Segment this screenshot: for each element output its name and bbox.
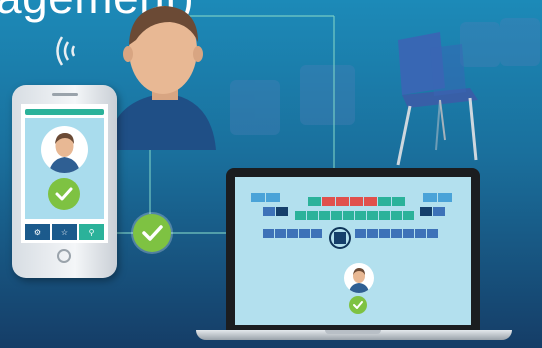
phone-home-button[interactable] bbox=[57, 249, 71, 263]
phone-avatar-icon bbox=[41, 126, 88, 173]
phone-app-header bbox=[25, 109, 104, 115]
phone-speaker bbox=[52, 93, 78, 96]
seat-row-red bbox=[308, 197, 405, 206]
smartphone: ⚙ ☆ ⚲ bbox=[12, 85, 117, 278]
seat-wing-left bbox=[251, 193, 288, 216]
phone-screen: ⚙ ☆ ⚲ bbox=[21, 104, 108, 243]
seat-wing-right bbox=[420, 193, 452, 216]
laptop-checkmark-icon bbox=[349, 296, 367, 314]
phone-checkmark-icon bbox=[48, 178, 80, 210]
laptop-screen bbox=[235, 177, 471, 325]
phone-nav-bar: ⚙ ☆ ⚲ bbox=[25, 224, 104, 240]
laptop-notch bbox=[325, 330, 381, 334]
center-checkmark-icon bbox=[133, 214, 171, 252]
phone-profile-card bbox=[25, 118, 104, 219]
seat-row-teal bbox=[295, 211, 414, 220]
selected-seat[interactable] bbox=[334, 232, 346, 244]
star-icon[interactable]: ☆ bbox=[52, 224, 77, 240]
laptop-avatar-icon bbox=[344, 263, 374, 293]
person-illustration bbox=[108, 6, 216, 150]
wireless-signal-icon bbox=[56, 36, 76, 66]
search-icon[interactable]: ⚲ bbox=[79, 224, 104, 240]
laptop bbox=[226, 168, 480, 332]
illustration-scene: agement) bbox=[0, 0, 542, 348]
gear-icon[interactable]: ⚙ bbox=[25, 224, 50, 240]
